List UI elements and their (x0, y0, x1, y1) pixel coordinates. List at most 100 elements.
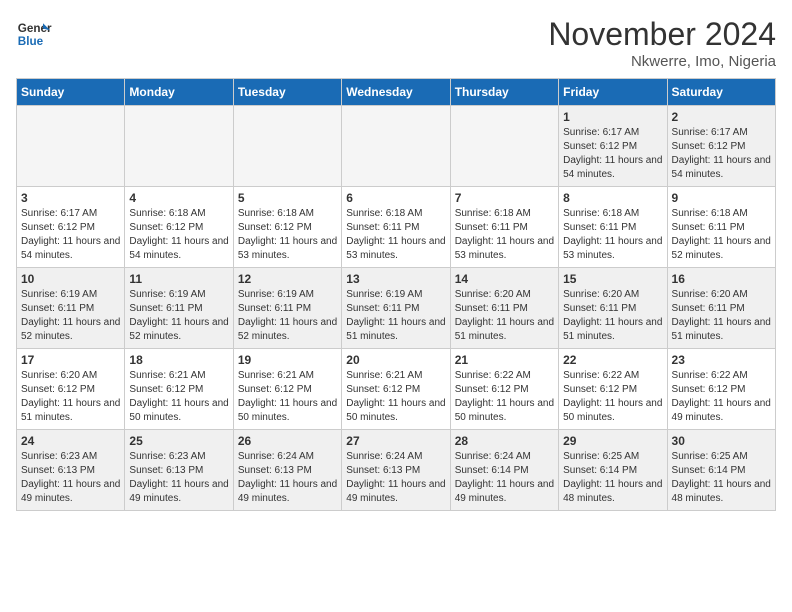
calendar-cell: 27Sunrise: 6:24 AM Sunset: 6:13 PM Dayli… (342, 430, 450, 511)
day-info: Sunrise: 6:18 AM Sunset: 6:11 PM Dayligh… (346, 207, 445, 263)
day-number: 24 (21, 434, 120, 448)
day-info: Sunrise: 6:18 AM Sunset: 6:11 PM Dayligh… (563, 207, 662, 263)
day-info: Sunrise: 6:19 AM Sunset: 6:11 PM Dayligh… (346, 288, 445, 344)
calendar-cell: 30 Sunrise: 6:25 AM Sunset: 6:14 PM Dayli… (667, 430, 775, 511)
day-info: Sunrise: 6:20 AM Sunset: 6:11 PM Dayligh… (672, 288, 771, 344)
day-number: 21 (455, 353, 554, 367)
day-number: 15 (563, 272, 662, 286)
calendar-cell (450, 106, 558, 187)
calendar-cell: 16Sunrise: 6:20 AM Sunset: 6:11 PM Dayli… (667, 268, 775, 349)
day-number: 18 (129, 353, 228, 367)
day-info: Sunrise: 6:19 AM Sunset: 6:11 PM Dayligh… (129, 288, 228, 344)
calendar-table: SundayMondayTuesdayWednesdayThursdayFrid… (16, 78, 776, 511)
day-number: 22 (563, 353, 662, 367)
calendar-cell: 18 Sunrise: 6:21 AM Sunset: 6:12 PM Dayli… (125, 349, 233, 430)
calendar-cell: 1 Sunrise: 6:17 AM Sunset: 6:12 PM Daylig… (559, 106, 667, 187)
day-number: 25 (129, 434, 228, 448)
location: Nkwerre, Imo, Nigeria (548, 53, 776, 70)
calendar-cell (342, 106, 450, 187)
day-info: Sunrise: 6:24 AM Sunset: 6:14 PM Dayligh… (455, 450, 554, 506)
day-number: 26 (238, 434, 337, 448)
day-info: Sunrise: 6:22 AM Sunset: 6:12 PM Dayligh… (455, 369, 554, 425)
day-number: 29 (563, 434, 662, 448)
day-number: 17 (21, 353, 120, 367)
calendar-cell: 25Sunrise: 6:23 AM Sunset: 6:13 PM Dayli… (125, 430, 233, 511)
day-info: Sunrise: 6:24 AM Sunset: 6:13 PM Dayligh… (346, 450, 445, 506)
day-number: 3 (21, 191, 120, 205)
calendar-cell: 4 Sunrise: 6:18 AM Sunset: 6:12 PM Daylig… (125, 187, 233, 268)
day-number: 9 (672, 191, 771, 205)
day-info: Sunrise: 6:18 AM Sunset: 6:11 PM Dayligh… (455, 207, 554, 263)
calendar-cell: 29 Sunrise: 6:25 AM Sunset: 6:14 PM Dayli… (559, 430, 667, 511)
day-info: Sunrise: 6:21 AM Sunset: 6:12 PM Dayligh… (238, 369, 337, 425)
day-info: Sunrise: 6:25 AM Sunset: 6:14 PM Dayligh… (563, 450, 662, 506)
day-number: 6 (346, 191, 445, 205)
day-number: 4 (129, 191, 228, 205)
day-number: 5 (238, 191, 337, 205)
calendar-cell: 23 Sunrise: 6:22 AM Sunset: 6:12 PM Dayli… (667, 349, 775, 430)
day-info: Sunrise: 6:22 AM Sunset: 6:12 PM Dayligh… (563, 369, 662, 425)
day-info: Sunrise: 6:18 AM Sunset: 6:12 PM Dayligh… (129, 207, 228, 263)
calendar-cell (233, 106, 341, 187)
day-info: Sunrise: 6:18 AM Sunset: 6:11 PM Dayligh… (672, 207, 771, 263)
day-header-monday: Monday (125, 79, 233, 106)
calendar-body: 1 Sunrise: 6:17 AM Sunset: 6:12 PM Daylig… (17, 106, 776, 511)
day-info: Sunrise: 6:17 AM Sunset: 6:12 PM Dayligh… (672, 126, 771, 182)
calendar-week-1: 1 Sunrise: 6:17 AM Sunset: 6:12 PM Daylig… (17, 106, 776, 187)
day-number: 23 (672, 353, 771, 367)
month-title: November 2024 (548, 16, 776, 53)
day-number: 30 (672, 434, 771, 448)
calendar-cell: 3 Sunrise: 6:17 AM Sunset: 6:12 PM Daylig… (17, 187, 125, 268)
calendar-week-5: 24 Sunrise: 6:23 AM Sunset: 6:13 PM Dayli… (17, 430, 776, 511)
day-header-friday: Friday (559, 79, 667, 106)
day-header-saturday: Saturday (667, 79, 775, 106)
logo-icon: General Blue (16, 16, 52, 52)
day-info: Sunrise: 6:19 AM Sunset: 6:11 PM Dayligh… (238, 288, 337, 344)
day-info: Sunrise: 6:17 AM Sunset: 6:12 PM Dayligh… (21, 207, 120, 263)
day-info: Sunrise: 6:25 AM Sunset: 6:14 PM Dayligh… (672, 450, 771, 506)
calendar-cell: 24 Sunrise: 6:23 AM Sunset: 6:13 PM Dayli… (17, 430, 125, 511)
calendar-cell: 13 Sunrise: 6:19 AM Sunset: 6:11 PM Dayli… (342, 268, 450, 349)
day-number: 19 (238, 353, 337, 367)
day-info: Sunrise: 6:20 AM Sunset: 6:12 PM Dayligh… (21, 369, 120, 425)
calendar-week-4: 17 Sunrise: 6:20 AM Sunset: 6:12 PM Dayli… (17, 349, 776, 430)
calendar-cell: 21 Sunrise: 6:22 AM Sunset: 6:12 PM Dayli… (450, 349, 558, 430)
calendar-cell: 15Sunrise: 6:20 AM Sunset: 6:11 PM Dayli… (559, 268, 667, 349)
calendar-cell: 22 Sunrise: 6:22 AM Sunset: 6:12 PM Dayli… (559, 349, 667, 430)
day-number: 10 (21, 272, 120, 286)
calendar-cell: 12 Sunrise: 6:19 AM Sunset: 6:11 PM Dayli… (233, 268, 341, 349)
day-info: Sunrise: 6:21 AM Sunset: 6:12 PM Dayligh… (346, 369, 445, 425)
day-header-sunday: Sunday (17, 79, 125, 106)
day-number: 7 (455, 191, 554, 205)
day-info: Sunrise: 6:20 AM Sunset: 6:11 PM Dayligh… (455, 288, 554, 344)
calendar-cell: 17 Sunrise: 6:20 AM Sunset: 6:12 PM Dayli… (17, 349, 125, 430)
day-info: Sunrise: 6:22 AM Sunset: 6:12 PM Dayligh… (672, 369, 771, 425)
calendar-cell (17, 106, 125, 187)
day-number: 28 (455, 434, 554, 448)
day-info: Sunrise: 6:17 AM Sunset: 6:12 PM Dayligh… (563, 126, 662, 182)
day-number: 12 (238, 272, 337, 286)
calendar-cell: 7 Sunrise: 6:18 AM Sunset: 6:11 PM Daylig… (450, 187, 558, 268)
page-header: General Blue November 2024 Nkwerre, Imo,… (16, 16, 776, 70)
day-info: Sunrise: 6:24 AM Sunset: 6:13 PM Dayligh… (238, 450, 337, 506)
day-number: 1 (563, 110, 662, 124)
calendar-cell: 9 Sunrise: 6:18 AM Sunset: 6:11 PM Daylig… (667, 187, 775, 268)
day-header-thursday: Thursday (450, 79, 558, 106)
calendar-cell: 19 Sunrise: 6:21 AM Sunset: 6:12 PM Dayli… (233, 349, 341, 430)
calendar-cell: 8 Sunrise: 6:18 AM Sunset: 6:11 PM Daylig… (559, 187, 667, 268)
title-block: November 2024 Nkwerre, Imo, Nigeria (548, 16, 776, 70)
day-info: Sunrise: 6:19 AM Sunset: 6:11 PM Dayligh… (21, 288, 120, 344)
calendar-cell: 6 Sunrise: 6:18 AM Sunset: 6:11 PM Daylig… (342, 187, 450, 268)
day-number: 8 (563, 191, 662, 205)
logo: General Blue (16, 16, 52, 52)
calendar-cell: 28 Sunrise: 6:24 AM Sunset: 6:14 PM Dayli… (450, 430, 558, 511)
calendar-cell (125, 106, 233, 187)
day-number: 2 (672, 110, 771, 124)
day-info: Sunrise: 6:18 AM Sunset: 6:12 PM Dayligh… (238, 207, 337, 263)
day-number: 11 (129, 272, 228, 286)
calendar-cell: 5 Sunrise: 6:18 AM Sunset: 6:12 PM Daylig… (233, 187, 341, 268)
day-info: Sunrise: 6:23 AM Sunset: 6:13 PM Dayligh… (21, 450, 120, 506)
day-header-wednesday: Wednesday (342, 79, 450, 106)
day-number: 13 (346, 272, 445, 286)
day-info: Sunrise: 6:21 AM Sunset: 6:12 PM Dayligh… (129, 369, 228, 425)
